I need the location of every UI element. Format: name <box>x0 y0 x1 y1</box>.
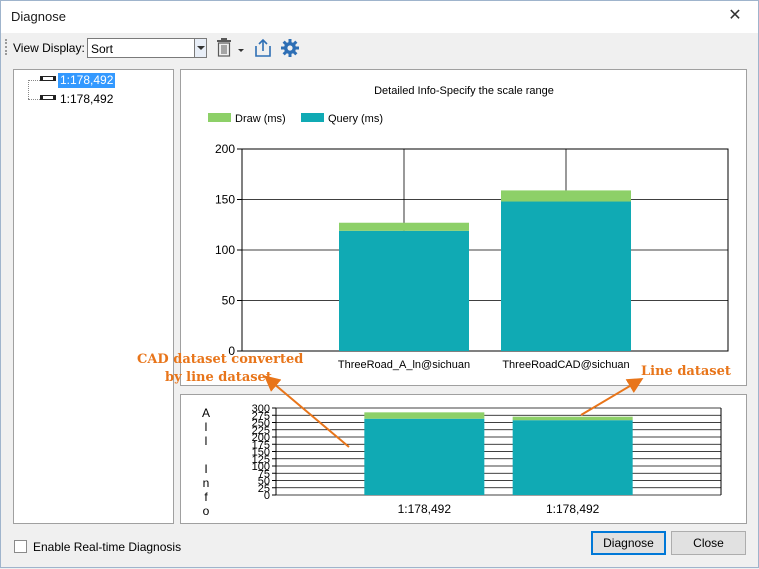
export-icon[interactable] <box>253 38 273 61</box>
realtime-diagnosis-checkbox[interactable] <box>14 540 27 553</box>
window-title: Diagnose <box>11 9 66 24</box>
tree-connector <box>28 80 29 99</box>
annotation-cad-line1: CAD dataset converted <box>137 352 304 367</box>
bar-query <box>501 201 631 351</box>
diagnose-button[interactable]: Diagnose <box>591 531 666 555</box>
view-display-label: View Display: <box>13 41 85 55</box>
bar-draw <box>364 412 485 419</box>
x-tick-label: 1:178,492 <box>398 502 452 516</box>
diagnose-window: Diagnose ✕ View Display: Sort 1:178,492 … <box>0 0 759 568</box>
tree-item-label: 1:178,492 <box>60 92 114 106</box>
detailed-chart-panel: Detailed Info-Specify the scale range Dr… <box>180 69 747 386</box>
gear-icon[interactable] <box>280 38 300 61</box>
bar-query <box>339 230 469 351</box>
close-icon[interactable]: ✕ <box>726 7 744 25</box>
y-tick-label: 100 <box>215 243 235 257</box>
annotation-line-dataset: Line dataset <box>641 364 731 379</box>
toolbar-grip <box>5 39 7 55</box>
delete-icon[interactable] <box>215 38 233 61</box>
y-tick-label: 200 <box>215 142 235 156</box>
bar-draw <box>339 222 469 231</box>
y-tick-label: 300 <box>252 403 270 415</box>
detailed-chart: Detailed Info-Specify the scale range Dr… <box>208 85 729 371</box>
delete-dropdown-chevron-icon[interactable] <box>237 43 245 57</box>
legend-label-draw: Draw (ms) <box>235 113 286 125</box>
bar-draw <box>512 416 633 421</box>
y-tick-label: 150 <box>215 193 235 207</box>
bar-query <box>364 418 485 495</box>
annotation-cad-line2: by line dataset <box>165 370 272 385</box>
view-display-select[interactable]: Sort <box>87 38 207 58</box>
scale-tree: 1:178,492 1:178,492 <box>13 69 174 524</box>
chevron-down-icon[interactable] <box>194 39 206 57</box>
y-tick-label: 50 <box>222 294 236 308</box>
all-info-chart-panel: AllInfo 0 25 50 75 100 125 150 175 200 225 250 275 3… <box>180 394 747 524</box>
toolbar: View Display: Sort <box>1 33 758 61</box>
bar-query <box>512 420 633 495</box>
title-bar: Diagnose ✕ <box>1 1 758 33</box>
legend-swatch-draw <box>208 113 231 122</box>
tree-item-label: 1:178,492 <box>58 73 116 88</box>
x-tick-label: 1:178,492 <box>546 502 600 516</box>
y-axis-label: AllInfo <box>202 406 210 518</box>
view-display-value: Sort <box>91 42 114 56</box>
scale-node-icon <box>40 95 56 100</box>
close-button[interactable]: Close <box>671 531 746 555</box>
bar-draw <box>501 190 631 202</box>
scale-node-icon <box>40 76 56 81</box>
legend-swatch-query <box>301 113 324 122</box>
x-tick-label: ThreeRoad_A_ln@sichuan <box>338 359 470 371</box>
all-info-chart: AllInfo 02550751001251501752002252502753… <box>202 403 722 518</box>
legend-label-query: Query (ms) <box>328 113 383 125</box>
chart-title: Detailed Info-Specify the scale range <box>374 85 554 97</box>
x-tick-label: ThreeRoadCAD@sichuan <box>502 359 629 371</box>
realtime-diagnosis-label: Enable Real-time Diagnosis <box>33 540 182 554</box>
